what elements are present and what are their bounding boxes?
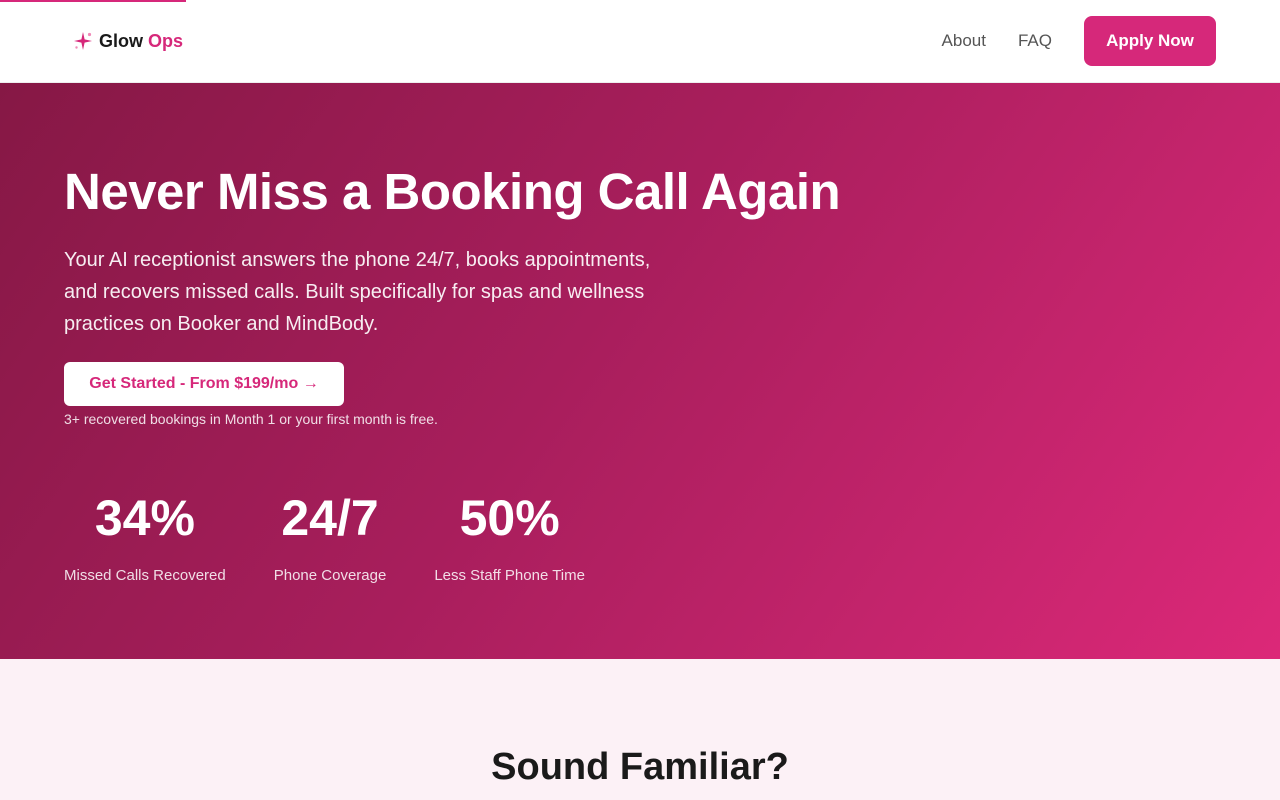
stat-phone-coverage: 24/7 Phone Coverage [274,488,387,584]
stat-label: Phone Coverage [273,567,387,584]
stat-value: 50% [459,490,560,546]
hero-section: Never Miss a Booking Call Again Your AI … [0,83,1280,659]
stat-value: 34% [94,490,195,546]
stats-row: 34% Missed Calls Recovered 24/7 Phone Co… [64,488,585,584]
brand-name-part2: Ops [148,30,184,51]
scroll-progress-bar [0,0,186,2]
stat-staff-time: 50% Less Staff Phone Time [434,488,585,584]
guarantee-text: 3+ recovered bookings in Month 1 or your… [64,411,438,427]
hero-subtitle: Your AI receptionist answers the phone 2… [64,249,651,335]
get-started-button[interactable]: Get Started - From $199/mo → [64,362,344,406]
top-nav: About FAQ Apply Now [942,16,1216,66]
brand-name-part1: Glow [99,30,143,51]
section-heading: Sound Familiar? [491,746,789,788]
stat-value: 24/7 [281,490,379,546]
sparkle-icon [72,30,94,52]
nav-faq-link[interactable]: FAQ [1018,31,1052,51]
hero-title: Never Miss a Booking Call Again [64,163,841,220]
stat-label: Less Staff Phone Time [434,567,585,584]
apply-now-button[interactable]: Apply Now [1084,16,1216,66]
sound-familiar-section: Sound Familiar? [0,659,1280,800]
logo-link[interactable]: Glow Ops [72,28,183,54]
stat-label: Missed Calls Recovered [64,567,226,584]
nav-about-link[interactable]: About [942,31,986,51]
site-header: Glow Ops About FAQ Apply Now [0,0,1280,83]
stat-missed-calls: 34% Missed Calls Recovered [64,488,226,584]
